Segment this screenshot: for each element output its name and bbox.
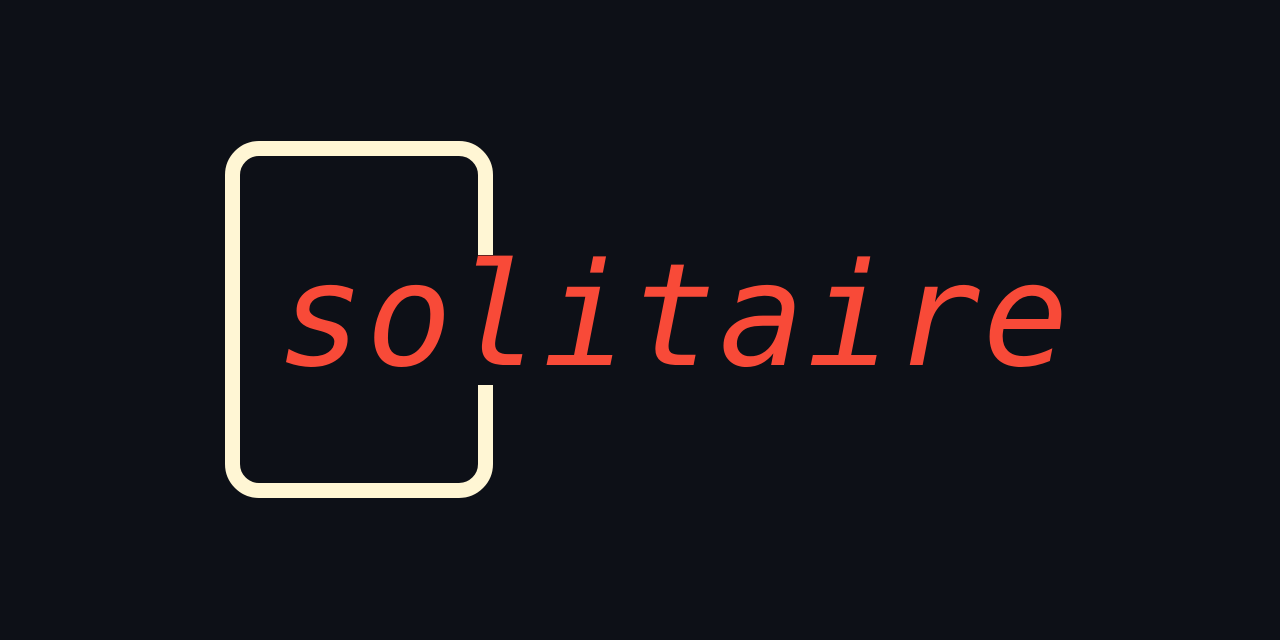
solitaire-logo: solitaire xyxy=(0,0,1280,640)
wordmark-title: solitaire xyxy=(278,232,1071,399)
